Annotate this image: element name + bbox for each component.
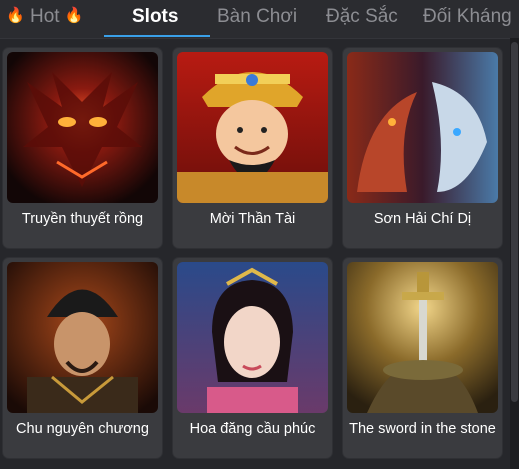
tab-slots-label: Slots [132, 6, 179, 27]
dragon-tiger-art [347, 52, 498, 203]
lady-portrait-art [177, 262, 328, 413]
game-card-son-hai-chi-di[interactable]: Sơn Hải Chí Dị [343, 48, 502, 248]
tab-slots[interactable]: Slots [132, 0, 178, 36]
game-title: Chu nguyên chương [16, 421, 149, 437]
red-dragon-art [7, 52, 158, 203]
tab-ban-choi-label: Bàn Chơi [217, 6, 298, 27]
game-title: Hoa đăng cầu phúc [189, 421, 316, 437]
fire-icon: 🔥 [6, 7, 25, 24]
game-card-chu-nguyen-chuong[interactable]: Chu nguyên chương [3, 258, 162, 458]
sword-stone-art [347, 262, 498, 413]
game-card-truyen-thuyet-rong[interactable]: Truyền thuyết rồng [3, 48, 162, 248]
game-title: The sword in the stone [349, 421, 496, 437]
emperor-portrait-art [7, 262, 158, 413]
tab-hot[interactable]: 🔥 Hot 🔥 [6, 0, 84, 36]
active-tab-indicator [104, 35, 210, 37]
tab-doi-khang[interactable]: Đối Kháng [423, 0, 512, 36]
game-card-hoa-dang-cau-phuc[interactable]: Hoa đăng cầu phúc [173, 258, 332, 458]
fire-icon: 🔥 [64, 7, 84, 24]
tab-dac-sac-label: Đặc Sắc [326, 6, 398, 27]
god-of-wealth-art [177, 52, 328, 203]
scrollbar-thumb[interactable] [511, 42, 518, 402]
category-tab-bar: 🔥 Hot 🔥 Slots Bàn Chơi Đặc Sắc Đối Kháng [0, 0, 519, 39]
tab-ban-choi[interactable]: Bàn Chơi [217, 0, 297, 36]
tab-dac-sac[interactable]: Đặc Sắc [326, 0, 398, 36]
tab-doi-khang-label: Đối Kháng [423, 6, 512, 27]
tab-hot-label: Hot [29, 6, 60, 27]
game-card-moi-than-tai[interactable]: Mời Thần Tài [173, 48, 332, 248]
game-card-the-sword-in-the-stone[interactable]: The sword in the stone [343, 258, 502, 458]
game-title: Mời Thần Tài [209, 211, 296, 227]
game-title: Sơn Hải Chí Dị [373, 211, 472, 227]
game-title: Truyền thuyết rồng [21, 211, 144, 227]
